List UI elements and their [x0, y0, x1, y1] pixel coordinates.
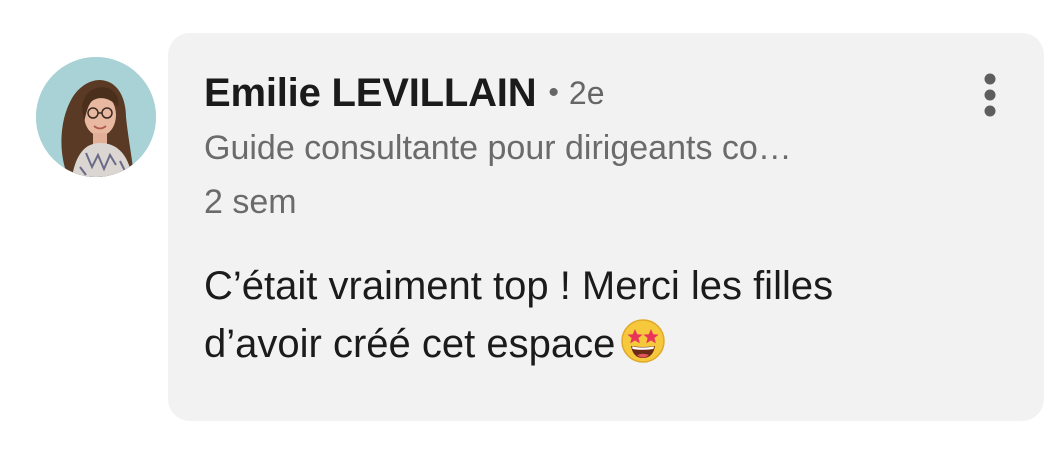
- star-struck-emoji-icon: [619, 317, 667, 365]
- comment-text-line-1: C’était vraiment top ! Merci les filles: [204, 264, 834, 308]
- comment-view: Emilie LEVILLAIN • 2e Guide consultante …: [0, 0, 1050, 458]
- comment-bubble: Emilie LEVILLAIN • 2e Guide consultante …: [168, 33, 1044, 421]
- comment-text: C’était vraiment top ! Merci les filles …: [204, 257, 994, 373]
- more-options-button[interactable]: [972, 69, 1008, 141]
- comment-text-line-2-row: d’avoir créé cet espace: [204, 315, 994, 373]
- more-vertical-icon: [984, 73, 996, 117]
- author-headline: Guide consultante pour dirigeants co…: [204, 129, 792, 167]
- comment-text-line-2: d’avoir créé cet espace: [204, 322, 616, 366]
- comment-timestamp: 2 sem: [204, 183, 297, 221]
- author-name[interactable]: Emilie LEVILLAIN: [204, 71, 537, 116]
- connection-degree: 2e: [568, 74, 605, 111]
- separator-dot: •: [548, 76, 559, 109]
- author-row: Emilie LEVILLAIN • 2e: [204, 69, 605, 117]
- avatar[interactable]: [36, 57, 156, 177]
